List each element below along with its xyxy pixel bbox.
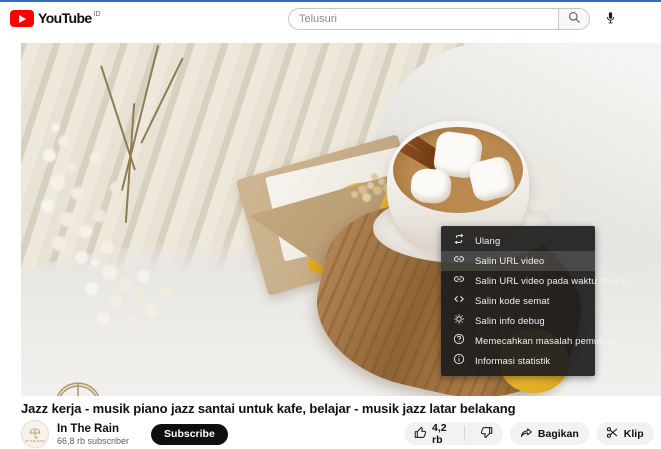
help-icon: [453, 332, 465, 350]
share-label: Bagikan: [538, 428, 579, 440]
video-player[interactable]: Ulang Salin URL video Salin URL video pa…: [21, 43, 661, 396]
voice-search-button[interactable]: [598, 7, 622, 31]
like-count: 4,2 rb: [432, 422, 449, 445]
debug-icon: [453, 312, 465, 330]
link-icon: [453, 272, 465, 290]
player-context-menu: Ulang Salin URL video Salin URL video pa…: [441, 226, 595, 376]
scissors-icon: [606, 426, 619, 442]
context-menu-item-stats[interactable]: Informasi statistik: [441, 351, 595, 371]
context-menu-label: Salin URL video pada waktu saat ini: [475, 276, 630, 287]
youtube-logo-text: YouTube: [38, 10, 92, 27]
search-bar: [288, 8, 622, 30]
pill-divider: [464, 426, 465, 441]
topbar: YouTube ID: [0, 2, 661, 36]
context-menu-item-copy-debug[interactable]: Salin info debug: [441, 311, 595, 331]
like-button[interactable]: 4,2 rb: [404, 422, 459, 445]
region-label: ID: [94, 10, 101, 20]
video-title: Jazz kerja - musik piano jazz santai unt…: [21, 401, 641, 416]
video-scene-mug-opening: [393, 127, 523, 213]
subscribe-button[interactable]: Subscribe: [151, 424, 228, 445]
video-scene-marshmallow: [410, 168, 452, 205]
info-icon: [453, 352, 465, 370]
thumb-up-icon: [414, 426, 427, 442]
context-menu-label: Ulang: [475, 236, 500, 247]
dislike-button[interactable]: [470, 422, 503, 445]
context-menu-item-loop[interactable]: Ulang: [441, 231, 595, 251]
channel-watermark-umbrella-logo: [49, 373, 107, 396]
microphone-icon: [604, 11, 617, 27]
search-input[interactable]: [288, 8, 558, 30]
youtube-logo[interactable]: YouTube ID: [10, 10, 101, 27]
context-menu-label: Salin info debug: [475, 316, 545, 327]
context-menu-label: Salin kode semat: [475, 296, 549, 307]
clip-label: Klip: [624, 428, 644, 440]
context-menu-label: Memecahkan masalah pemutaran: [475, 336, 621, 347]
channel-meta: In The Rain 66,8 rb subscriber: [57, 423, 129, 446]
share-button[interactable]: Bagikan: [510, 422, 589, 445]
channel-name[interactable]: In The Rain: [57, 423, 129, 435]
video-scene-dried-flowers: [51, 123, 60, 132]
context-menu-label: Salin URL video: [475, 256, 544, 267]
video-actions: 4,2 rb Bagikan: [404, 422, 661, 445]
youtube-watch-page: YouTube ID: [0, 0, 661, 449]
context-menu-item-copy-embed[interactable]: Salin kode semat: [441, 291, 595, 311]
channel-row: IN THE RAIN In The Rain 66,8 rb subscrib…: [21, 420, 228, 448]
search-icon: [568, 11, 581, 27]
context-menu-item-copy-url[interactable]: Salin URL video: [441, 251, 595, 271]
context-menu-label: Informasi statistik: [475, 356, 550, 367]
channel-avatar-caption: IN THE RAIN: [25, 439, 45, 443]
channel-avatar[interactable]: IN THE RAIN: [21, 420, 49, 448]
link-icon: [453, 252, 465, 270]
youtube-play-icon: [10, 10, 34, 27]
share-icon: [520, 426, 533, 442]
subscriber-count: 66,8 rb subscriber: [57, 436, 129, 446]
loop-icon: [453, 232, 465, 250]
thumb-down-icon: [480, 426, 493, 442]
clip-button[interactable]: Klip: [596, 422, 654, 445]
like-dislike-pill: 4,2 rb: [404, 422, 503, 445]
video-scene-dried-flowers: [91, 258, 100, 267]
context-menu-item-copy-url-at-time[interactable]: Salin URL video pada waktu saat ini: [441, 271, 595, 291]
context-menu-item-troubleshoot[interactable]: Memecahkan masalah pemutaran: [441, 331, 595, 351]
code-icon: [453, 292, 465, 310]
search-button[interactable]: [558, 8, 590, 30]
video-scene-dried-sprigs: [351, 191, 358, 198]
